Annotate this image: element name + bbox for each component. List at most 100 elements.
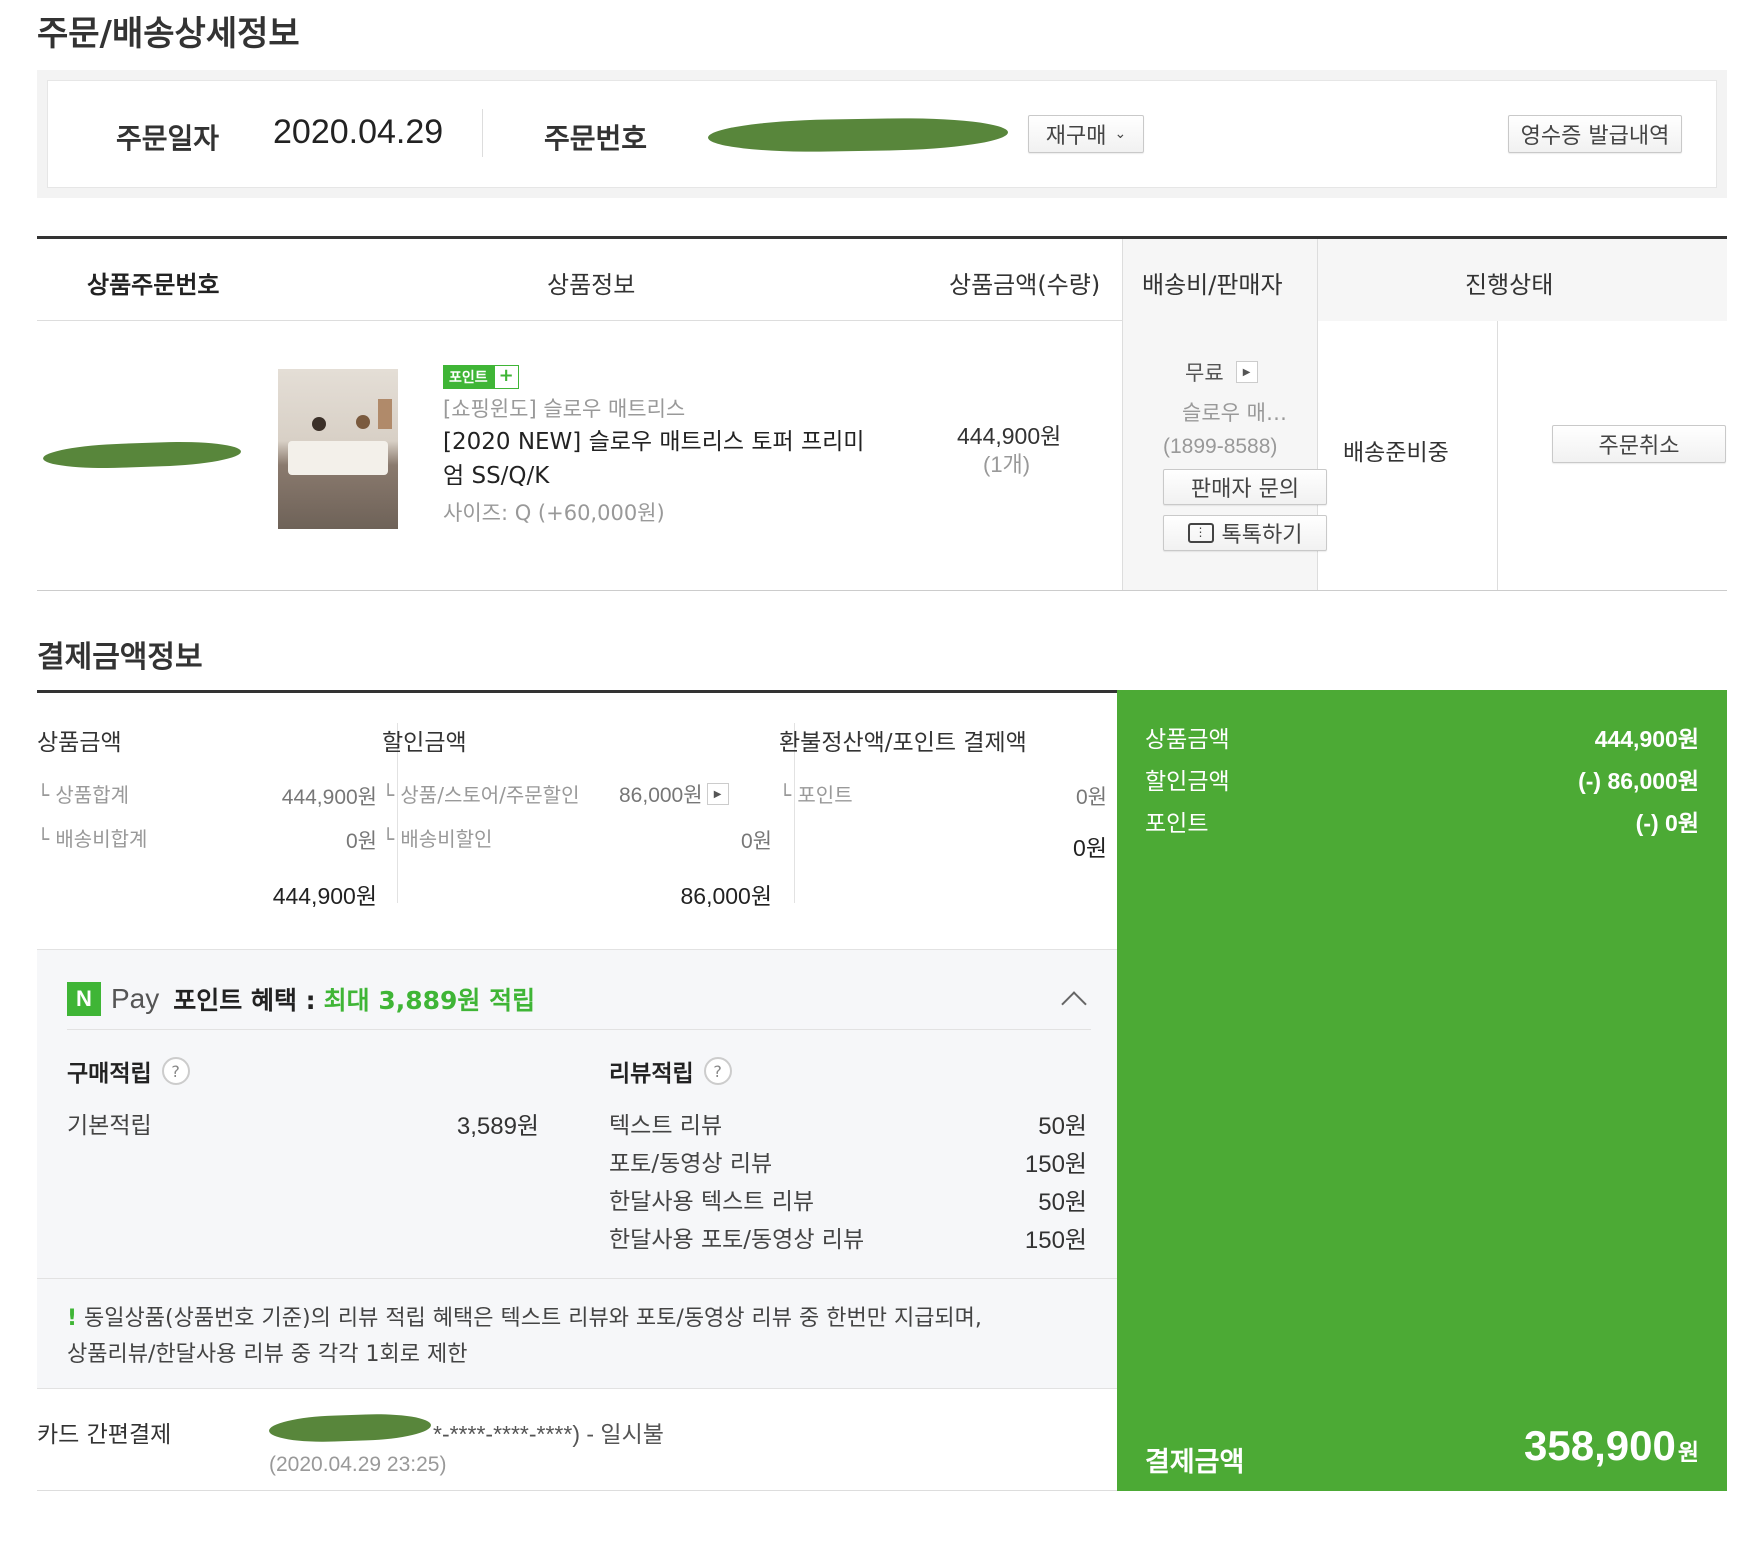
product-amount-title: 상품금액 [37, 730, 122, 756]
product-price: 444,900원 [957, 423, 1062, 449]
notice-text-1: 동일상품(상품번호 기준)의 리뷰 적립 혜택은 텍스트 리뷰와 포토/동영상 … [84, 1306, 982, 1331]
header-status: 진행상태 [1465, 271, 1554, 299]
chevron-up-icon[interactable] [1061, 990, 1087, 1017]
payment-summary-panel: 상품금액 444,900원 할인금액 (-) 86,000원 포인트 (-) 0… [1117, 690, 1727, 1491]
product-image[interactable] [278, 369, 398, 529]
notice-area: ! 동일상품(상품번호 기준)의 리뷰 적립 혜택은 텍스트 리뷰와 포토/동영… [37, 1278, 1117, 1388]
product-option: 사이즈: Q (+60,000원) [443, 501, 665, 525]
order-number-label: 주문번호 [544, 122, 648, 155]
store-name[interactable]: [쇼핑윈도] 슬로우 매트리스 [443, 393, 685, 423]
purchase-reward-title: 구매적립 ? [67, 1054, 190, 1088]
shipping-sum-label: └ 배송비합계 [37, 827, 148, 851]
payment-section-title: 결제금액정보 [37, 640, 203, 675]
point-badge-label: 포인트 [443, 365, 494, 389]
product-table: 상품주문번호 상품정보 상품금액(수량) 배송비/판매자 진행상태 포인트 + … [37, 236, 1727, 591]
notice-mark: ! [67, 1306, 78, 1331]
notice-line: ! 동일상품(상품번호 기준)의 리뷰 적립 혜택은 텍스트 리뷰와 포토/동영… [67, 1301, 1087, 1337]
purchase-reward-title-text: 구매적립 [67, 1061, 152, 1087]
review-reward-label: 한달사용 텍스트 리뷰 [609, 1189, 815, 1215]
total-payment-unit: 원 [1677, 1440, 1699, 1466]
receipt-button[interactable]: 영수증 발급내역 [1508, 115, 1682, 153]
summary-value: (-) 86,000원 [1578, 768, 1699, 794]
discount-amount-total: 86,000원 [680, 883, 772, 909]
store-discount-value-text: 86,000원 [619, 784, 703, 807]
shipping-discount-label: └ 배송비할인 [382, 827, 493, 851]
shipping-sum-value: 0원 [346, 830, 377, 853]
header-order-number: 상품주문번호 [87, 271, 220, 299]
arrow-right-icon[interactable]: ▶ [706, 783, 729, 805]
review-reward-label: 텍스트 리뷰 [609, 1113, 723, 1139]
total-payment-amount: 358,900 원 [1524, 1422, 1699, 1470]
npay-benefit-box: N Pay 포인트 혜택 : 최대 3,889원 적립 구매적립 ? 기본적립 … [37, 949, 1117, 1389]
refund-total: 0원 [1073, 835, 1107, 861]
basic-reward-label: 기본적립 [67, 1113, 152, 1139]
review-reward-title-text: 리뷰적립 [609, 1061, 694, 1087]
order-date-label: 주문일자 [116, 122, 220, 155]
shipping-fee: 무료 ▶ [1185, 357, 1258, 387]
payment-method-value: *-****-****-****) - 일시불 [433, 1421, 664, 1447]
product-sum-label: └ 상품합계 [37, 783, 130, 807]
seller-name[interactable]: 슬로우 매… [1182, 397, 1287, 427]
npay-benefit-value: 최대 3,889원 적립 [323, 985, 536, 1015]
review-reward-label: 포토/동영상 리뷰 [609, 1151, 773, 1177]
product-sum-label-text: 상품합계 [55, 783, 130, 807]
summary-label: 포인트 [1145, 811, 1209, 837]
divider [482, 109, 483, 157]
cancel-order-button[interactable]: 주문취소 [1552, 425, 1726, 463]
basic-reward-value: 3,589원 [456, 1113, 539, 1140]
order-status: 배송준비중 [1343, 440, 1449, 466]
product-name[interactable]: [2020 NEW] 슬로우 매트리스 토퍼 프리미엄 SS/Q/K [443, 425, 883, 493]
npay-header[interactable]: N Pay 포인트 혜택 : 최대 3,889원 적립 [67, 968, 1091, 1030]
talk-label: 톡톡하기 [1221, 523, 1303, 548]
store-discount-value: 86,000원 ▶ [619, 779, 729, 809]
talk-button[interactable]: ⋮ 톡톡하기 [1163, 515, 1327, 551]
summary-value: (-) 0원 [1635, 810, 1699, 836]
reorder-label: 재구매 [1045, 124, 1107, 149]
shipping-discount-value: 0원 [741, 830, 772, 853]
payment-method-time: (2020.04.29 23:25) [269, 1453, 447, 1476]
seller-phone: (1899-8588) [1163, 435, 1278, 458]
summary-label: 할인금액 [1145, 769, 1230, 795]
payment-section: 상품금액 └ 상품합계 444,900원 └ 배송비합계 0원 444,900원… [37, 690, 1727, 1491]
summary-label: 상품금액 [1145, 727, 1230, 753]
order-info-box: 주문일자 2020.04.29 주문번호 재구매 ⌄ 영수증 발급내역 [37, 70, 1727, 198]
redacted-card-info [268, 1412, 432, 1444]
refund-title: 환불정산액/포인트 결제액 [779, 730, 1027, 756]
seller-inquiry-button[interactable]: 판매자 문의 [1163, 469, 1327, 505]
total-payment-label: 결제금액 [1145, 1447, 1245, 1478]
review-reward-label: 한달사용 포토/동영상 리뷰 [609, 1227, 865, 1253]
point-label-text: 포인트 [797, 783, 853, 807]
table-row: 포인트 + [쇼핑윈도] 슬로우 매트리스 [2020 NEW] 슬로우 매트리… [37, 321, 1727, 591]
notice-text-2: 상품리뷰/한달사용 리뷰 중 각각 1회로 제한 [67, 1342, 468, 1367]
payment-method-label: 카드 간편결제 [37, 1422, 172, 1448]
header-price: 상품금액(수량) [949, 271, 1101, 299]
arrow-right-icon[interactable]: ▶ [1235, 361, 1258, 383]
order-date-value: 2020.04.29 [273, 113, 444, 151]
talk-icon: ⋮ [1187, 523, 1214, 543]
point-badge: 포인트 + [443, 365, 519, 389]
product-quantity: (1개) [983, 452, 1031, 477]
product-amount-total: 444,900원 [272, 883, 377, 909]
redacted-product-order-number [42, 439, 242, 471]
summary-value: 444,900원 [1594, 726, 1699, 752]
help-icon[interactable]: ? [703, 1057, 732, 1085]
review-reward-value: 50원 [1038, 1113, 1087, 1140]
npay-benefit-label: 포인트 혜택 : [173, 985, 316, 1015]
review-reward-value: 150원 [1024, 1227, 1087, 1254]
help-icon[interactable]: ? [161, 1057, 190, 1085]
header-product-info: 상품정보 [547, 271, 636, 299]
review-reward-value: 150원 [1024, 1151, 1087, 1178]
shipping-sum-label-text: 배송비합계 [55, 827, 148, 851]
plus-icon: + [493, 365, 519, 389]
store-discount-label: └ 상품/스토어/주문할인 [382, 783, 580, 807]
point-value: 0원 [1076, 786, 1107, 809]
discount-amount-title: 할인금액 [382, 730, 467, 756]
review-reward-value: 50원 [1038, 1189, 1087, 1216]
reorder-button[interactable]: 재구매 ⌄ [1028, 115, 1144, 153]
redacted-order-number [707, 116, 1009, 154]
product-sum-value: 444,900원 [281, 786, 377, 809]
store-discount-label-text: 상품/스토어/주문할인 [400, 783, 580, 807]
page-title: 주문/배송상세정보 [37, 14, 300, 54]
chevron-down-icon: ⌄ [1114, 126, 1127, 142]
total-payment-value: 358,900 [1524, 1422, 1676, 1469]
